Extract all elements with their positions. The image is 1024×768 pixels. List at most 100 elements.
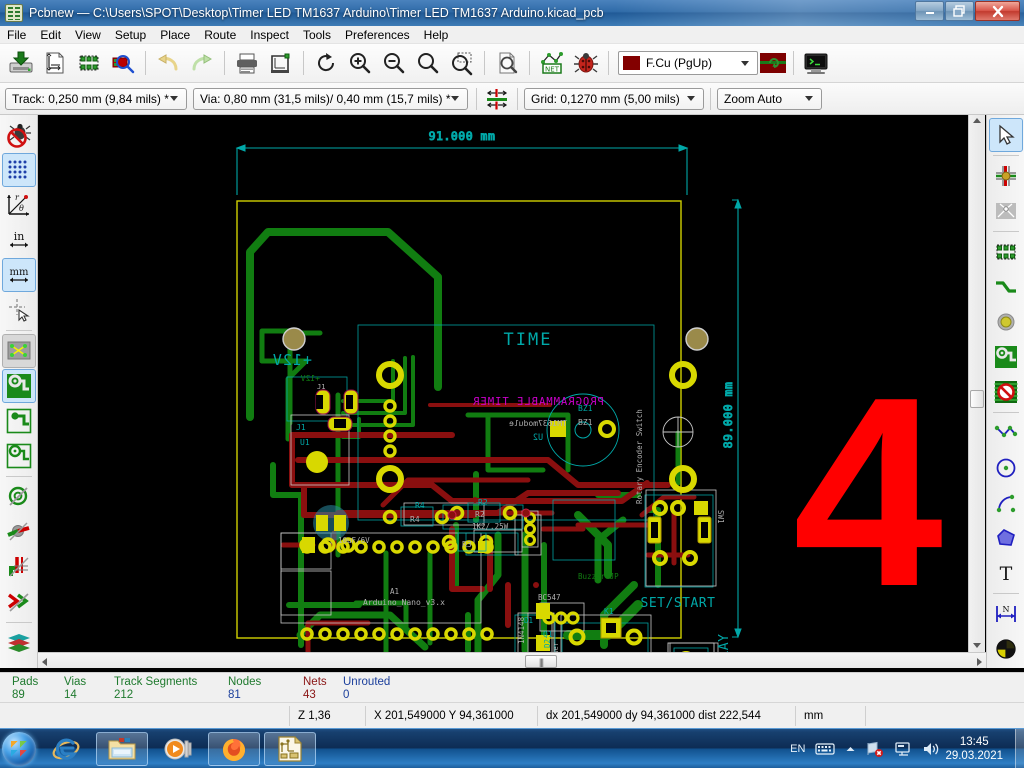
taskbar-clock[interactable]: 13:45 29.03.2021: [945, 735, 1003, 763]
disable-drc-button[interactable]: [2, 118, 36, 152]
local-ratsnest-button[interactable]: [989, 194, 1023, 228]
highlight-net-button[interactable]: [989, 159, 1023, 193]
add-polyline-button[interactable]: [989, 416, 1023, 450]
add-text-button[interactable]: T: [989, 556, 1023, 590]
track-width-selector[interactable]: Track: 0,250 mm (9,84 mils) *: [5, 88, 187, 110]
pads-sketch-button[interactable]: [2, 480, 36, 514]
taskbar-internet-explorer[interactable]: [40, 732, 92, 766]
menu-view[interactable]: View: [68, 27, 108, 43]
vias-sketch-button[interactable]: [2, 515, 36, 549]
menu-route[interactable]: Route: [197, 27, 243, 43]
print-button[interactable]: [230, 46, 264, 80]
scroll-left-arrow-icon[interactable]: [42, 658, 47, 666]
set-origin-button[interactable]: [989, 632, 1023, 666]
scroll-down-arrow-icon[interactable]: [973, 643, 981, 648]
footprint-viewer-button[interactable]: [106, 46, 140, 80]
track-via-size-mode-button[interactable]: [483, 85, 511, 113]
show-desktop-button[interactable]: [1015, 729, 1024, 768]
select-tool-button[interactable]: [989, 118, 1023, 152]
taskbar-file-explorer[interactable]: [96, 732, 148, 766]
toolbar-separator: [224, 51, 225, 75]
close-button[interactable]: [975, 1, 1020, 21]
redo-button[interactable]: [185, 46, 219, 80]
full-crosshair-button[interactable]: [2, 293, 36, 327]
svg-text:SW1: SW1: [716, 510, 725, 524]
netlist-button[interactable]: NET: [535, 46, 569, 80]
zoom-selector[interactable]: Zoom Auto: [717, 88, 822, 110]
find-button[interactable]: [490, 46, 524, 80]
menu-setup[interactable]: Setup: [108, 27, 153, 43]
zone-unfilled-button[interactable]: [2, 439, 36, 473]
zoom-area-button[interactable]: [445, 46, 479, 80]
speaker-icon[interactable]: [922, 741, 940, 757]
active-layer-selector[interactable]: F.Cu (PgUp): [618, 51, 758, 75]
taskbar-firefox[interactable]: [208, 732, 260, 766]
restore-button[interactable]: [945, 1, 974, 21]
add-footprint-button[interactable]: [989, 235, 1023, 269]
graphics-sketch-button[interactable]: [2, 585, 36, 619]
encoder-outline: [663, 417, 693, 447]
add-arc-button[interactable]: [989, 486, 1023, 520]
page-settings-button[interactable]: [38, 46, 72, 80]
taskbar-kicad[interactable]: [264, 732, 316, 766]
zoom-fit-button[interactable]: [411, 46, 445, 80]
menu-preferences[interactable]: Preferences: [338, 27, 417, 43]
units-inches-button[interactable]: in: [2, 223, 36, 257]
show-ratsnest-button[interactable]: [2, 334, 36, 368]
pcb-canvas[interactable]: 91.000 mm 89.000 mm: [38, 115, 986, 668]
svg-text:K1: K1: [604, 607, 614, 616]
scroll-right-arrow-icon[interactable]: [977, 658, 982, 666]
save-board-button[interactable]: [4, 46, 38, 80]
taskbar-media-player[interactable]: [152, 732, 204, 766]
action-center-icon[interactable]: [894, 741, 912, 757]
units-mm-button[interactable]: mm: [2, 258, 36, 292]
add-keepout-button[interactable]: [989, 375, 1023, 409]
chevron-up-icon[interactable]: [845, 745, 856, 753]
canvas-vertical-scrollbar[interactable]: [968, 115, 985, 652]
plot-button[interactable]: [264, 46, 298, 80]
menu-place[interactable]: Place: [153, 27, 197, 43]
add-dimension-button[interactable]: N: [989, 597, 1023, 631]
network-error-icon[interactable]: [866, 741, 884, 757]
menu-inspect[interactable]: Inspect: [243, 27, 296, 43]
keyboard-icon[interactable]: [815, 742, 835, 756]
pcb-drawing[interactable]: 91.000 mm 89.000 mm: [38, 115, 986, 668]
menu-edit[interactable]: Edit: [33, 27, 68, 43]
zoom-out-button[interactable]: [377, 46, 411, 80]
svg-text:SET/START: SET/START: [641, 596, 716, 611]
add-zone-button[interactable]: [989, 340, 1023, 374]
refresh-button[interactable]: [309, 46, 343, 80]
contrast-mode-button[interactable]: [2, 626, 36, 660]
board-info-bar: Pads 89 Vias 14 Track Segments 212 Nodes…: [0, 672, 1024, 702]
add-polygon-button[interactable]: [989, 521, 1023, 555]
scroll-up-arrow-icon[interactable]: [973, 118, 981, 123]
tray-language[interactable]: EN: [790, 743, 805, 755]
grid-selector[interactable]: Grid: 0,1270 mm (5,00 mils): [524, 88, 704, 110]
zoom-in-button[interactable]: [343, 46, 377, 80]
add-via-button[interactable]: [989, 305, 1023, 339]
menu-help[interactable]: Help: [417, 27, 456, 43]
nets-value: 43: [303, 689, 327, 702]
start-button[interactable]: [2, 732, 36, 766]
add-circle-button[interactable]: [989, 451, 1023, 485]
svg-text:R4: R4: [410, 515, 420, 524]
drc-button[interactable]: [569, 46, 603, 80]
show-grid-button[interactable]: [2, 153, 36, 187]
canvas-horizontal-scrollbar[interactable]: |||: [38, 652, 986, 668]
status-absolute-coords: X 201,549000 Y 94,361000: [366, 706, 538, 726]
fill-zones-button[interactable]: [2, 369, 36, 403]
update-pcb-button[interactable]: [758, 46, 788, 80]
polar-coords-button[interactable]: r θ: [2, 188, 36, 222]
python-console-button[interactable]: [799, 46, 833, 80]
zone-outline-button[interactable]: [2, 404, 36, 438]
route-track-button[interactable]: [989, 270, 1023, 304]
minimize-button[interactable]: [915, 1, 944, 21]
tracks-sketch-button[interactable]: [2, 550, 36, 584]
open-footprint-editor-button[interactable]: [72, 46, 106, 80]
menu-tools[interactable]: Tools: [296, 27, 338, 43]
via-size-selector[interactable]: Via: 0,80 mm (31,5 mils)/ 0,40 mm (15,7 …: [193, 88, 468, 110]
vertical-scroll-thumb[interactable]: [970, 390, 984, 408]
undo-button[interactable]: [151, 46, 185, 80]
menu-file[interactable]: File: [0, 27, 33, 43]
svg-text:+12V: +12V: [272, 351, 312, 369]
